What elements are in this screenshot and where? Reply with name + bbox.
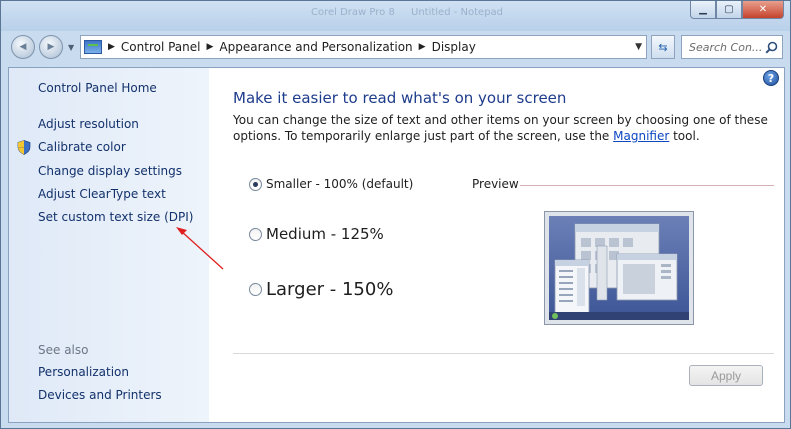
breadcrumb-chevron-icon[interactable]: ▶ <box>419 42 426 52</box>
title-bar[interactable]: Corel Draw Pro 8 Untitled - Notepad ▁ ▢ … <box>1 1 790 31</box>
breadcrumb-chevron-icon[interactable]: ▶ <box>108 42 115 52</box>
page-description: You can change the size of text and othe… <box>233 112 773 144</box>
search-placeholder: Search Con... <box>689 40 763 54</box>
page-title: Make it easier to read what's on your sc… <box>233 89 567 107</box>
maximize-button[interactable]: ▢ <box>716 1 742 19</box>
search-icon[interactable] <box>765 41 778 54</box>
breadcrumb-control-panel[interactable]: Control Panel <box>121 40 201 54</box>
help-icon[interactable]: ? <box>763 70 779 86</box>
navigation-bar: ◀ ▶ ▼ ▶ Control Panel ▶ Appearance and P… <box>1 31 790 65</box>
option-medium-label: Medium - 125% <box>266 225 384 243</box>
address-bar[interactable]: ▶ Control Panel ▶ Appearance and Persona… <box>80 35 647 59</box>
radio-larger[interactable] <box>249 283 262 296</box>
minimize-button[interactable]: ▁ <box>690 1 716 19</box>
background-window-title: Corel Draw Pro 8 <box>311 7 395 18</box>
option-larger-label: Larger - 150% <box>266 279 394 300</box>
control-panel-icon <box>84 40 102 54</box>
option-medium[interactable]: Medium - 125% <box>249 225 384 243</box>
content-pane: Control Panel Home Adjust resolution Cal… <box>8 67 785 423</box>
sidebar-link-adjust-cleartype[interactable]: Adjust ClearType text <box>38 187 166 201</box>
refresh-button[interactable]: ⇆ <box>651 35 675 59</box>
option-smaller-label: Smaller - 100% (default) <box>266 177 414 191</box>
refresh-icon: ⇆ <box>658 40 668 54</box>
background-window-title: Untitled - Notepad <box>411 7 504 18</box>
sidebar-link-change-display-settings[interactable]: Change display settings <box>38 164 182 178</box>
preview-thumbnail <box>544 211 694 325</box>
forward-arrow-icon: ▶ <box>47 42 55 52</box>
sidebar-link-custom-text-size[interactable]: Set custom text size (DPI) <box>38 210 193 224</box>
window-controls: ▁ ▢ ✕ <box>690 1 784 19</box>
apply-button[interactable]: Apply <box>689 365 763 386</box>
section-divider <box>233 353 774 354</box>
sidebar-link-calibrate-color[interactable]: Calibrate color <box>38 140 126 154</box>
uac-shield-icon <box>17 140 31 155</box>
option-smaller[interactable]: Smaller - 100% (default) <box>249 177 413 191</box>
preview-screen-image <box>549 216 689 320</box>
recent-pages-chevron-icon[interactable]: ▼ <box>68 43 74 52</box>
task-sidebar: Control Panel Home Adjust resolution Cal… <box>9 68 209 422</box>
back-arrow-icon: ◀ <box>19 42 27 52</box>
option-larger[interactable]: Larger - 150% <box>249 279 393 300</box>
see-also-heading: See also <box>38 343 89 357</box>
sidebar-link-adjust-resolution[interactable]: Adjust resolution <box>38 117 139 131</box>
breadcrumb-chevron-icon[interactable]: ▶ <box>207 42 214 52</box>
address-dropdown-chevron-icon[interactable]: ▼ <box>635 42 642 52</box>
display-window: Corel Draw Pro 8 Untitled - Notepad ▁ ▢ … <box>0 0 791 429</box>
forward-button[interactable]: ▶ <box>39 35 63 59</box>
description-text-end: tool. <box>669 129 700 143</box>
radio-medium[interactable] <box>249 227 262 241</box>
sidebar-link-devices-printers[interactable]: Devices and Printers <box>38 388 162 402</box>
sidebar-link-control-panel-home[interactable]: Control Panel Home <box>38 81 157 95</box>
breadcrumb-display[interactable]: Display <box>432 40 476 54</box>
back-button[interactable]: ◀ <box>11 35 35 59</box>
close-button[interactable]: ✕ <box>742 1 784 19</box>
breadcrumb-appearance[interactable]: Appearance and Personalization <box>219 40 412 54</box>
preview-label: Preview <box>472 177 519 191</box>
preview-desktop-illustration <box>549 223 689 320</box>
magnifier-link[interactable]: Magnifier <box>613 129 669 143</box>
radio-smaller[interactable] <box>249 177 262 191</box>
search-input[interactable]: Search Con... <box>681 35 783 59</box>
preview-divider <box>520 185 774 186</box>
sidebar-link-personalization[interactable]: Personalization <box>38 365 129 379</box>
